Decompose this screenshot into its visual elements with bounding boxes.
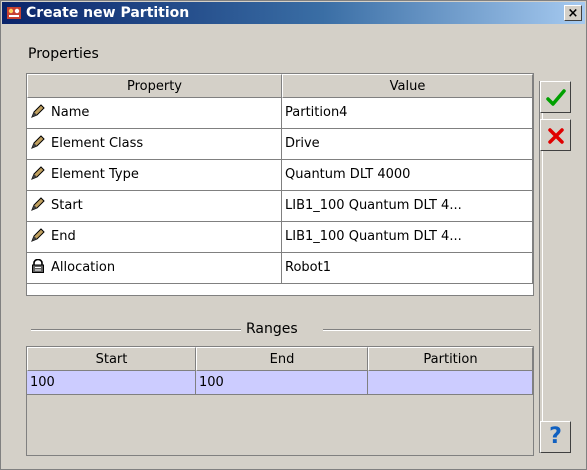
column-header-partition[interactable]: Partition xyxy=(368,347,533,371)
help-button[interactable]: ? xyxy=(540,421,571,453)
property-label: Start xyxy=(51,198,83,213)
property-label: End xyxy=(51,229,76,244)
property-name-cell: Start xyxy=(27,191,282,222)
range-start-cell[interactable]: 100 xyxy=(27,371,196,395)
property-label: Element Class xyxy=(51,136,144,151)
create-partition-dialog: Create new Partition × Properties Proper… xyxy=(0,0,587,470)
property-value-cell[interactable]: Partition4 xyxy=(282,98,533,129)
property-name-cell: Name xyxy=(27,98,282,129)
pencil-icon xyxy=(30,193,46,211)
property-label: Element Type xyxy=(51,167,139,182)
cancel-button[interactable] xyxy=(540,119,571,151)
ranges-label: Ranges xyxy=(242,321,302,337)
property-value-cell[interactable]: LIB1_100 Quantum DLT 4... xyxy=(282,222,533,253)
property-name-cell: Element Type xyxy=(27,160,282,191)
properties-table[interactable]: Property Value Name Partition4 Element C… xyxy=(26,73,534,296)
column-header-value[interactable]: Value xyxy=(282,74,533,98)
window-title: Create new Partition xyxy=(26,5,190,21)
property-value-cell[interactable]: LIB1_100 Quantum DLT 4... xyxy=(282,191,533,222)
lock-icon xyxy=(30,255,46,273)
column-header-end[interactable]: End xyxy=(196,347,368,371)
pencil-icon xyxy=(30,162,46,180)
range-end-cell[interactable]: 100 xyxy=(196,371,368,395)
properties-label: Properties xyxy=(28,46,99,62)
close-icon: × xyxy=(567,6,579,21)
property-value-cell[interactable]: Quantum DLT 4000 xyxy=(282,160,533,191)
ranges-table[interactable]: Start End Partition 100 100 xyxy=(26,346,534,456)
pencil-icon xyxy=(30,131,46,149)
range-partition-cell[interactable] xyxy=(368,371,533,395)
app-icon xyxy=(6,5,22,21)
pencil-icon xyxy=(30,224,46,242)
close-button[interactable]: × xyxy=(564,5,582,21)
property-value-cell[interactable]: Drive xyxy=(282,129,533,160)
property-name-cell: Allocation xyxy=(27,253,282,284)
property-value-cell[interactable]: Robot1 xyxy=(282,253,533,284)
property-label: Allocation xyxy=(51,260,116,275)
ranges-separator-left xyxy=(31,329,241,331)
pencil-icon xyxy=(30,100,46,118)
question-mark-icon: ? xyxy=(549,424,562,449)
property-label: Name xyxy=(51,105,90,120)
property-name-cell: End xyxy=(27,222,282,253)
ranges-separator-right xyxy=(323,329,531,331)
title-bar[interactable]: Create new Partition × xyxy=(2,2,585,24)
column-header-start[interactable]: Start xyxy=(27,347,196,371)
column-header-property[interactable]: Property xyxy=(27,74,282,98)
property-name-cell: Element Class xyxy=(27,129,282,160)
ok-button[interactable] xyxy=(540,81,571,113)
